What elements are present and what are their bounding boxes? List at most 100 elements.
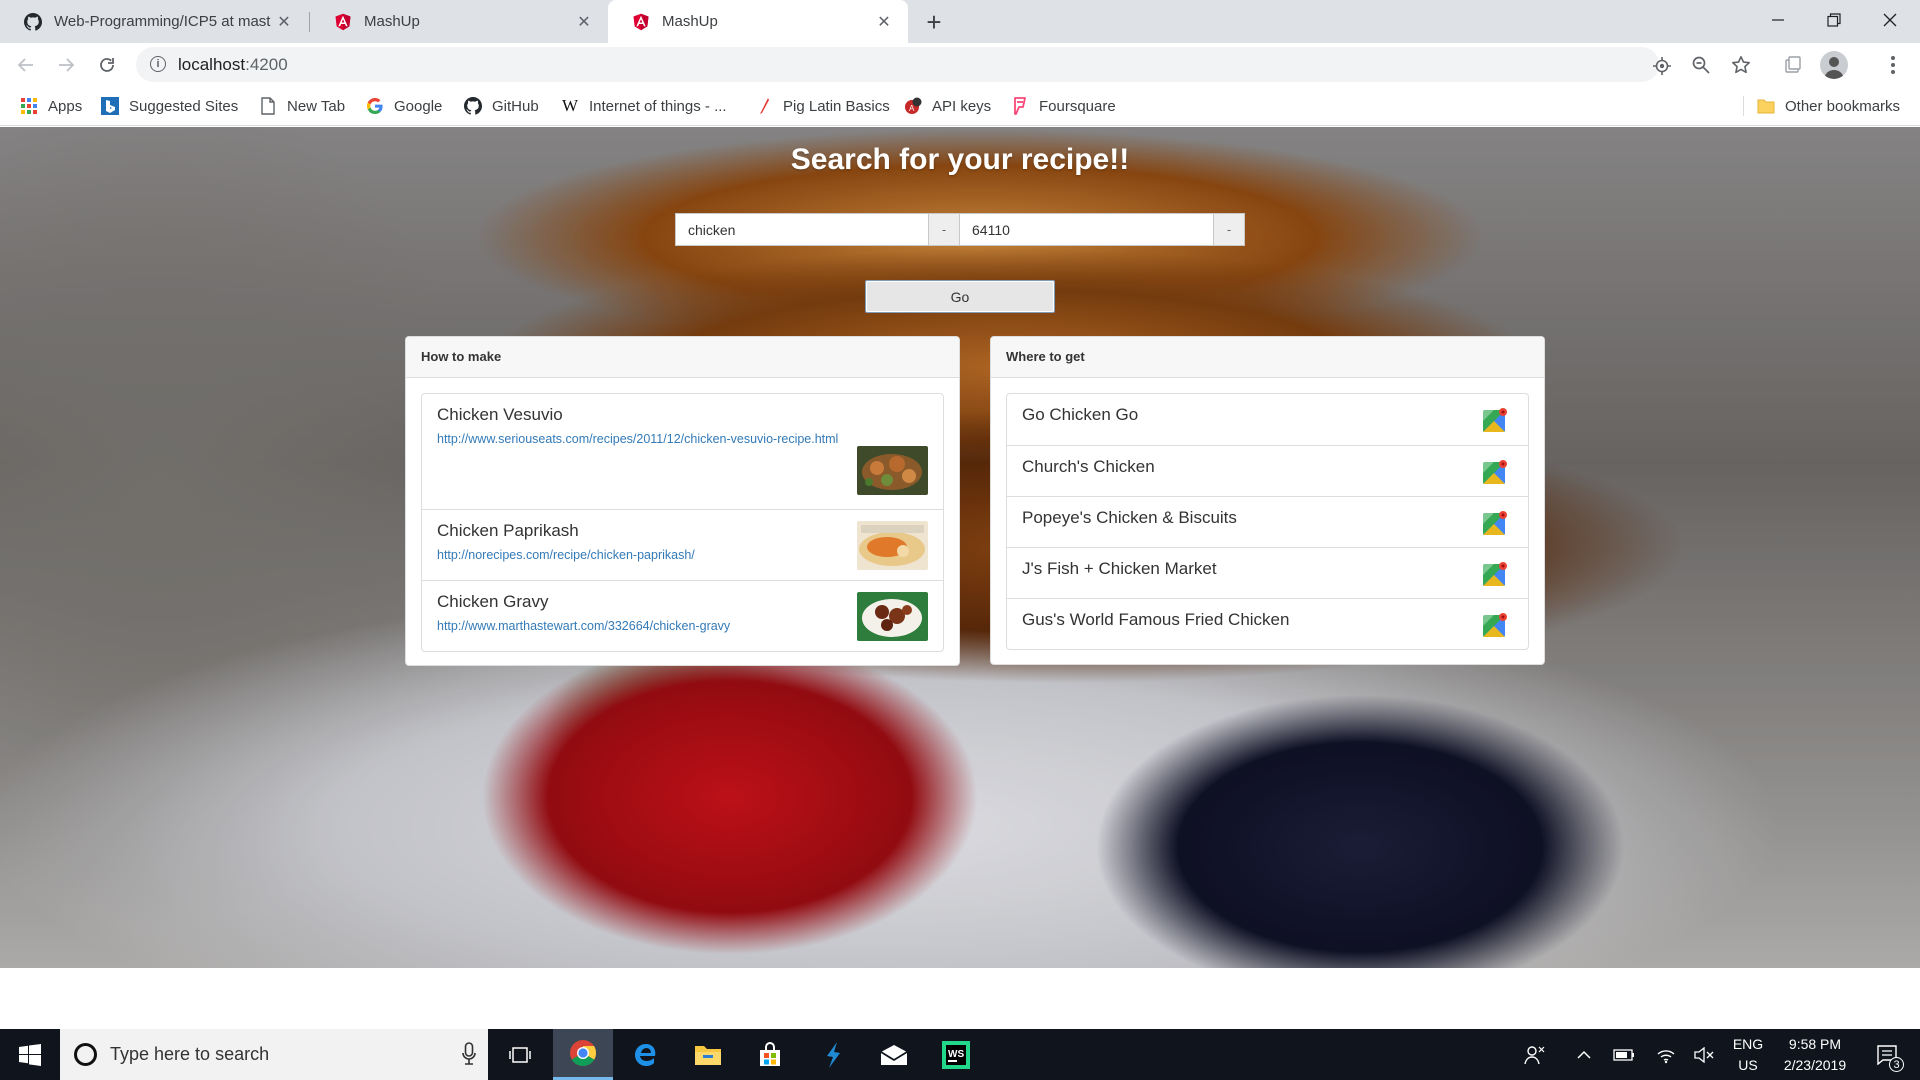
recipe-link[interactable]: http://www.marthastewart.com/332664/chic… xyxy=(437,616,928,636)
apps-grid-icon xyxy=(20,97,38,115)
input-language[interactable]: ENG US xyxy=(1728,1029,1768,1080)
zip-input[interactable] xyxy=(972,221,1201,238)
go-button[interactable]: Go xyxy=(865,280,1055,313)
recipe-name: Chicken Gravy xyxy=(437,592,549,611)
bookmark-foursquare[interactable]: Foursquare xyxy=(1011,95,1116,117)
google-maps-icon[interactable] xyxy=(1482,407,1508,433)
wikipedia-icon: W xyxy=(561,96,579,115)
task-view-icon[interactable] xyxy=(490,1029,550,1080)
bookmark-other[interactable]: Other bookmarks xyxy=(1757,95,1900,117)
forward-icon[interactable] xyxy=(50,49,82,81)
location-icon[interactable] xyxy=(1651,55,1673,77)
bookmark-pig-latin[interactable]: Pig Latin Basics xyxy=(755,95,890,117)
place-name: Church's Chicken xyxy=(1022,457,1155,476)
bookmark-github[interactable]: GitHub xyxy=(464,95,539,117)
back-icon[interactable] xyxy=(10,49,42,81)
tab-mashup-active[interactable]: MashUp ✕ xyxy=(608,0,908,43)
google-icon xyxy=(366,97,384,115)
google-maps-icon[interactable] xyxy=(1482,561,1508,587)
menu-kebab-icon[interactable] xyxy=(1880,52,1906,78)
bookmark-separator xyxy=(1743,96,1744,116)
bookmark-label: API keys xyxy=(932,97,992,115)
bookmark-label: New Tab xyxy=(287,97,346,115)
visual-studio-code-icon[interactable] xyxy=(803,1029,863,1080)
taskbar-search-box[interactable]: Type here to search xyxy=(60,1029,488,1080)
google-maps-icon[interactable] xyxy=(1482,612,1508,638)
bookmark-label: Apps xyxy=(48,97,83,115)
browser-toolbar: i localhost:4200 xyxy=(0,43,1920,86)
recipe-search-field[interactable] xyxy=(675,213,929,246)
address-bar[interactable]: i localhost:4200 xyxy=(136,47,1671,82)
webstorm-icon[interactable]: WS xyxy=(926,1029,986,1080)
clock-time: 9:58 PM xyxy=(1788,1035,1842,1052)
background-image xyxy=(0,127,1920,968)
recipe-name: Chicken Vesuvio xyxy=(437,405,563,424)
people-icon[interactable] xyxy=(1520,1029,1550,1080)
place-list: Go Chicken Go Church's Chicken Popeye's … xyxy=(1006,393,1529,650)
file-explorer-icon[interactable] xyxy=(678,1029,738,1080)
recipe-input[interactable] xyxy=(688,221,916,238)
list-item: Chicken Vesuvio http://www.seriouseats.c… xyxy=(422,394,943,509)
page-bottom-area xyxy=(0,968,1920,1029)
zoom-icon[interactable] xyxy=(1688,52,1714,78)
list-item: Chicken Gravy http://www.marthastewart.c… xyxy=(422,580,943,651)
microphone-icon[interactable] xyxy=(462,1042,476,1066)
bookmark-api-keys[interactable]: A API keys xyxy=(904,95,991,117)
svg-text:WS: WS xyxy=(948,1049,964,1060)
foursquare-icon xyxy=(1011,97,1029,115)
edge-taskbar-icon[interactable] xyxy=(616,1029,676,1080)
new-tab-button[interactable]: + xyxy=(920,7,948,37)
close-icon[interactable]: ✕ xyxy=(874,12,894,32)
clock[interactable]: 9:58 PM 2/23/2019 xyxy=(1770,1029,1860,1080)
github-icon xyxy=(464,97,482,115)
notification-badge: 3 xyxy=(1889,1057,1904,1072)
panel-body: Chicken Vesuvio http://www.seriouseats.c… xyxy=(406,378,959,667)
extension-icon[interactable] xyxy=(1780,52,1806,78)
bookmark-internet-of-things[interactable]: W Internet of things - ... xyxy=(561,95,727,117)
minimize-icon[interactable] xyxy=(1750,0,1806,40)
bookmark-star-icon[interactable] xyxy=(1728,52,1754,78)
windows-taskbar: Type here to search WS ENG US 9:58 PM 2/… xyxy=(0,1029,1920,1080)
battery-icon[interactable] xyxy=(1610,1029,1638,1080)
recipe-list: Chicken Vesuvio http://www.seriouseats.c… xyxy=(421,393,944,652)
reload-icon[interactable] xyxy=(91,49,123,81)
chevron-up-icon[interactable] xyxy=(1572,1029,1596,1080)
close-icon[interactable]: ✕ xyxy=(274,12,294,32)
bookmark-label: Foursquare xyxy=(1039,97,1116,115)
google-maps-icon[interactable] xyxy=(1482,510,1508,536)
info-icon[interactable]: i xyxy=(150,56,166,72)
chrome-taskbar-icon[interactable] xyxy=(553,1029,613,1080)
tab-github[interactable]: Web-Programming/ICP5 at mast ✕ xyxy=(0,0,308,43)
recipe-link[interactable]: http://www.seriouseats.com/recipes/2011/… xyxy=(437,429,928,449)
bookmark-google[interactable]: Google xyxy=(366,95,442,117)
google-maps-icon[interactable] xyxy=(1482,459,1508,485)
windows-start-icon[interactable] xyxy=(0,1029,60,1080)
recipe-thumbnail xyxy=(857,446,928,495)
github-icon xyxy=(24,12,42,31)
bookmarks-bar: Apps Suggested Sites New Tab Google GitH… xyxy=(0,86,1920,126)
bookmark-apps[interactable]: Apps xyxy=(20,95,82,117)
restore-icon[interactable] xyxy=(1806,0,1862,40)
close-icon[interactable]: ✕ xyxy=(574,12,594,32)
mail-icon[interactable] xyxy=(864,1029,924,1080)
speaker-muted-icon[interactable] xyxy=(1690,1029,1718,1080)
wifi-icon[interactable] xyxy=(1652,1029,1680,1080)
panel-body: Go Chicken Go Church's Chicken Popeye's … xyxy=(991,378,1544,665)
cortana-icon xyxy=(74,1043,97,1066)
store-icon[interactable] xyxy=(740,1029,800,1080)
tab-mashup-1[interactable]: MashUp ✕ xyxy=(310,0,608,43)
bookmark-label: Internet of things - ... xyxy=(589,97,727,115)
taskbar-search-placeholder: Type here to search xyxy=(110,1044,270,1064)
profile-avatar-icon[interactable] xyxy=(1820,51,1848,79)
list-item: Go Chicken Go xyxy=(1007,394,1528,445)
action-center-icon[interactable]: 3 xyxy=(1868,1029,1908,1080)
bookmark-suggested-sites[interactable]: Suggested Sites xyxy=(101,95,238,117)
url-text: localhost:4200 xyxy=(178,55,288,74)
zip-search-field[interactable] xyxy=(960,213,1214,246)
bookmark-new-tab[interactable]: New Tab xyxy=(259,95,345,117)
zip-input-addon: - xyxy=(1214,213,1245,246)
close-window-icon[interactable] xyxy=(1862,0,1918,40)
tab-title: MashUp xyxy=(662,13,718,30)
language-code: ENG xyxy=(1732,1035,1764,1052)
recipe-link[interactable]: http://norecipes.com/recipe/chicken-papr… xyxy=(437,545,928,565)
